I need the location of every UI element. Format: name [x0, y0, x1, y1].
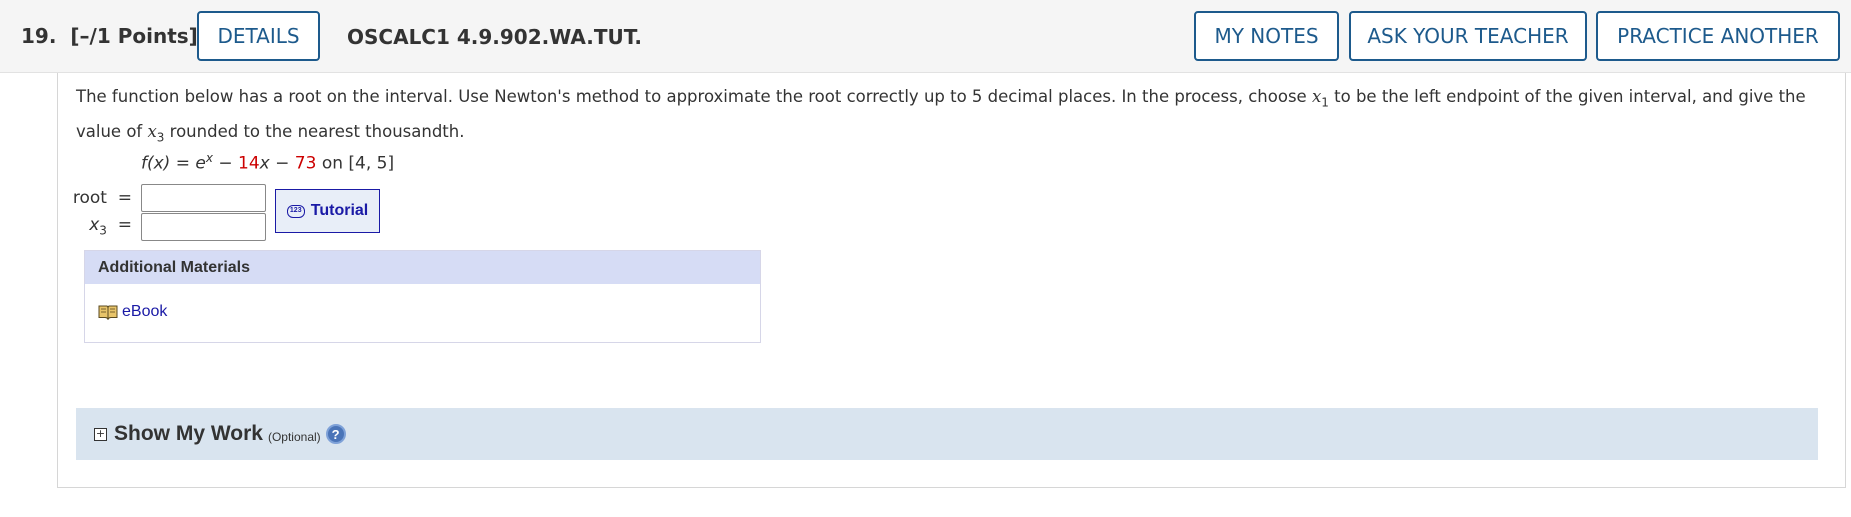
x3-input[interactable]	[141, 213, 266, 241]
tutorial-label: Tutorial	[310, 202, 369, 219]
my-notes-button[interactable]: MY NOTES	[1194, 11, 1339, 61]
tutorial-button[interactable]: 123 Tutorial	[275, 189, 380, 233]
help-icon[interactable]: ?	[325, 424, 346, 444]
expand-icon[interactable]: +	[94, 427, 107, 441]
question-code: OSCALC1 4.9.902.WA.TUT.	[347, 25, 642, 49]
points-label: [–/1 Points]	[70, 24, 198, 48]
show-my-work-title[interactable]: Show My Work	[114, 422, 263, 446]
coefficient: 14	[238, 153, 260, 174]
x3-label: x3 =	[89, 215, 132, 238]
constant: 73	[294, 153, 317, 174]
question-number: 19. [–/1 Points]	[21, 24, 198, 48]
question-prompt: The function below has a root on the int…	[76, 87, 1806, 145]
question-header: 19. [–/1 Points] DETAILS OSCALC1 4.9.902…	[0, 0, 1851, 73]
root-input[interactable]	[141, 184, 266, 212]
root-label: root =	[72, 188, 132, 208]
practice-another-button[interactable]: PRACTICE ANOTHER	[1596, 11, 1840, 61]
function-formula: f(x) = ex − 14x − 73 on [4, 5]	[141, 151, 395, 174]
ebook-label: eBook	[122, 303, 168, 320]
book-icon	[98, 305, 118, 320]
ask-teacher-button[interactable]: ASK YOUR TEACHER	[1349, 11, 1587, 61]
tutorial-icon: 123	[286, 204, 305, 218]
optional-label: (Optional)	[267, 430, 321, 444]
additional-materials-heading: Additional Materials	[85, 251, 760, 284]
additional-materials-panel: Additional Materials eBook	[84, 250, 761, 343]
details-button[interactable]: DETAILS	[197, 11, 320, 61]
ebook-link[interactable]: eBook	[98, 303, 167, 321]
show-my-work-bar[interactable]: + Show My Work (Optional) ?	[76, 408, 1818, 460]
